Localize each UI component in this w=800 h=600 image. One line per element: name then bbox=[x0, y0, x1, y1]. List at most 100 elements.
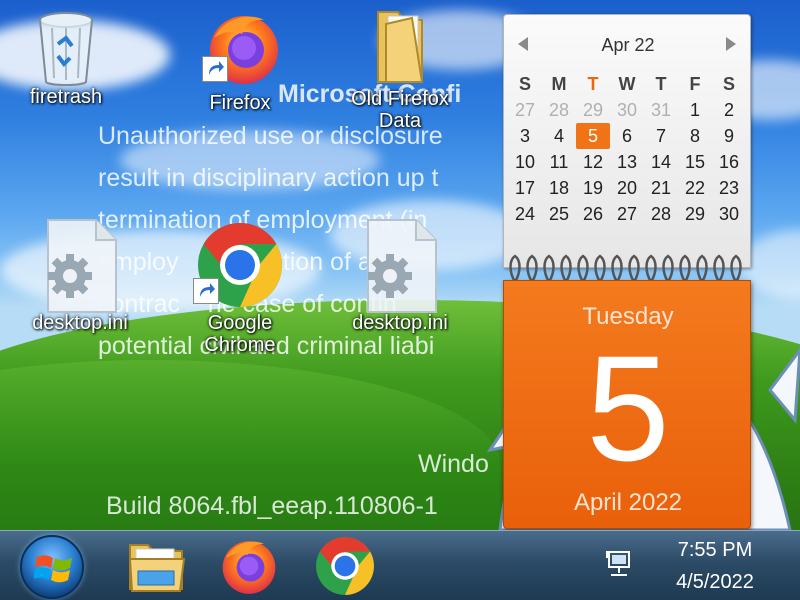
binder-ring bbox=[713, 254, 725, 283]
calendar-day[interactable]: 24 bbox=[508, 201, 542, 227]
weekday-header: F bbox=[689, 74, 701, 94]
tray-network-status[interactable] bbox=[604, 549, 634, 579]
calendar-day[interactable]: 18 bbox=[542, 175, 576, 201]
calendar-day[interactable]: 1 bbox=[678, 97, 712, 123]
network-icon bbox=[606, 551, 630, 576]
file-explorer-icon bbox=[128, 544, 186, 592]
calendar-day[interactable]: 27 bbox=[508, 97, 542, 123]
taskbar-clock-date[interactable]: 4/5/2022 bbox=[640, 571, 790, 594]
binder-ring bbox=[730, 254, 742, 283]
calendar-day[interactable]: 12 bbox=[576, 149, 610, 175]
calendar-day[interactable]: 30 bbox=[610, 97, 644, 123]
desktop-icon-firefox[interactable]: Firefox bbox=[176, 8, 304, 114]
binder-ring bbox=[526, 254, 538, 283]
binder-ring bbox=[645, 254, 657, 283]
desktop-icon-label: desktop.ini bbox=[352, 312, 448, 334]
binder-ring bbox=[662, 254, 674, 283]
desktop-icon-desktop-ini[interactable]: desktop.ini bbox=[336, 218, 464, 334]
calendar-day[interactable]: 16 bbox=[712, 149, 746, 175]
day-number-label: 5 bbox=[586, 324, 670, 492]
binder-ring bbox=[696, 254, 708, 283]
calendar-day-view: Tuesday 5 April 2022 bbox=[503, 280, 751, 529]
calendar-day[interactable]: 26 bbox=[576, 201, 610, 227]
calendar-day[interactable]: 19 bbox=[576, 175, 610, 201]
binder-ring bbox=[679, 254, 691, 283]
calendar-day[interactable]: 31 bbox=[644, 97, 678, 123]
desktop-icon-label: Firefox bbox=[209, 92, 271, 114]
calendar-month-label: Apr 22 bbox=[601, 35, 655, 55]
calendar-day[interactable]: 28 bbox=[644, 201, 678, 227]
calendar-day[interactable]: 23 bbox=[712, 175, 746, 201]
folder-icon bbox=[364, 6, 436, 83]
calendar-day[interactable]: 7 bbox=[644, 123, 678, 149]
calendar-day[interactable]: 13 bbox=[610, 149, 644, 175]
calendar-day[interactable]: 11 bbox=[542, 149, 576, 175]
calendar-day-grid: S M T W T F S 27 28 29 30 31 1 2 3 4 5 6 7 8 9 10 11 12 13 14 15 16… bbox=[508, 71, 746, 227]
binder-ring bbox=[577, 254, 589, 283]
windows-orb-icon bbox=[34, 555, 72, 583]
desktop-icon-firetrash[interactable]: firetrash bbox=[2, 8, 130, 108]
shortcut-arrow-icon bbox=[193, 278, 219, 304]
confidential-line: result in disciplinary action up t bbox=[98, 164, 439, 192]
weekday-header: W bbox=[618, 74, 636, 94]
binder-ring bbox=[611, 254, 623, 283]
weekday-header: S bbox=[722, 74, 735, 94]
calendar-day[interactable]: 30 bbox=[712, 201, 746, 227]
firefox-icon bbox=[222, 541, 276, 594]
binder-ring bbox=[628, 254, 640, 283]
calendar-day[interactable]: 17 bbox=[508, 175, 542, 201]
calendar-day[interactable]: 2 bbox=[712, 97, 746, 123]
settings-file-icon bbox=[360, 218, 440, 314]
calendar-day[interactable]: 8 bbox=[678, 123, 712, 149]
desktop-icon-old-firefox-data[interactable]: Old Firefox Data bbox=[336, 6, 464, 132]
taskbar-clock-time[interactable]: 7:55 PM bbox=[640, 539, 790, 562]
desktop-icon-google-chrome[interactable]: Google Chrome bbox=[176, 220, 304, 356]
taskbar-firefox[interactable] bbox=[218, 535, 280, 597]
taskbar-file-explorer[interactable] bbox=[126, 535, 188, 597]
chrome-icon bbox=[316, 537, 374, 595]
calendar-day[interactable]: 10 bbox=[508, 149, 542, 175]
calendar-day[interactable]: 3 bbox=[508, 123, 542, 149]
calendar-day[interactable]: 14 bbox=[644, 149, 678, 175]
start-button[interactable] bbox=[20, 535, 84, 599]
calendar-month-view: Apr 22 S M T W T F S 27 28 29 30 31 1 2 3 4 5 6 7 8 9 10 11 12 1… bbox=[503, 14, 751, 268]
calendar-day[interactable]: 6 bbox=[610, 123, 644, 149]
taskbar: 7:55 PM 4/5/2022 bbox=[0, 530, 800, 600]
calendar-day[interactable]: 29 bbox=[576, 97, 610, 123]
calendar-day[interactable]: 29 bbox=[678, 201, 712, 227]
calendar-day[interactable]: 20 bbox=[610, 175, 644, 201]
calendar-day[interactable]: 27 bbox=[610, 201, 644, 227]
desktop-icon-desktop-ini[interactable]: desktop.ini bbox=[16, 218, 144, 334]
calendar-day[interactable]: 28 bbox=[542, 97, 576, 123]
calendar-day-today[interactable]: 5 bbox=[576, 123, 610, 149]
weekday-header: S bbox=[518, 74, 531, 94]
desktop-icon-label: firetrash bbox=[29, 86, 103, 108]
calendar-day[interactable]: 9 bbox=[712, 123, 746, 149]
calendar-day[interactable]: 4 bbox=[542, 123, 576, 149]
build-watermark: Windo bbox=[418, 450, 489, 478]
desktop-icon-label: Old Firefox Data bbox=[351, 88, 449, 132]
calendar-day[interactable]: 25 bbox=[542, 201, 576, 227]
taskbar-google-chrome[interactable] bbox=[314, 535, 376, 597]
build-watermark: Build 8064.fbl_eeap.110806-1 bbox=[106, 492, 438, 520]
next-month-icon[interactable] bbox=[726, 37, 736, 51]
desktop-icon-label: Google Chrome bbox=[204, 312, 276, 356]
calendar-gadget[interactable]: Apr 22 S M T W T F S 27 28 29 30 31 1 2 3 4 5 6 7 8 9 10 11 12 1… bbox=[503, 14, 751, 529]
binder-ring bbox=[509, 254, 521, 283]
calendar-day[interactable]: 15 bbox=[678, 149, 712, 175]
binder-ring bbox=[543, 254, 555, 283]
desktop-icon-label: desktop.ini bbox=[32, 312, 128, 334]
chrome-icon bbox=[193, 220, 285, 310]
firefox-icon bbox=[202, 8, 278, 84]
calendar-day[interactable]: 21 bbox=[644, 175, 678, 201]
recycle-bin-icon bbox=[30, 8, 102, 86]
weekday-header: T bbox=[655, 74, 667, 94]
weekday-header: M bbox=[551, 74, 567, 94]
weekday-header: T bbox=[587, 74, 599, 94]
settings-file-icon bbox=[40, 218, 120, 314]
binder-ring bbox=[560, 254, 572, 283]
month-year-label: April 2022 bbox=[573, 489, 683, 516]
calendar-day[interactable]: 22 bbox=[678, 175, 712, 201]
shortcut-arrow-icon bbox=[202, 56, 228, 82]
binder-ring bbox=[594, 254, 606, 283]
